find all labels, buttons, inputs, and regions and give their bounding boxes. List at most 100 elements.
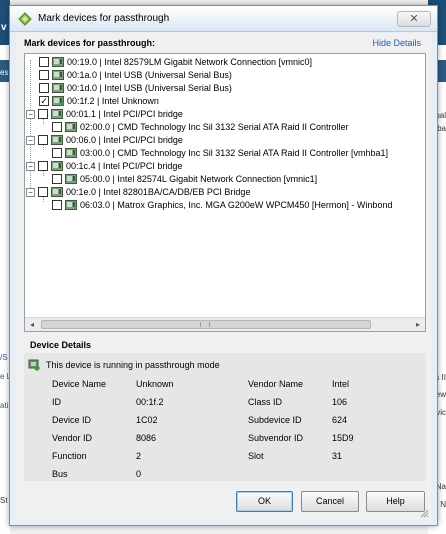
help-button[interactable]: Help — [366, 491, 425, 512]
detail-label: Function — [52, 451, 87, 461]
detail-label: Class ID — [248, 397, 283, 407]
device-checkbox[interactable] — [38, 187, 48, 197]
device-checkbox[interactable] — [52, 174, 62, 184]
pci-device-icon — [51, 109, 63, 119]
passthrough-dialog: Mark devices for passthrough ✕ Mark devi… — [9, 5, 438, 526]
detail-value: 00:1f.2 — [136, 397, 164, 407]
tree-row[interactable]: 05:00.0 | Intel 82574L Gigabit Network C… — [25, 173, 425, 186]
detail-value: 15D9 — [332, 433, 354, 443]
collapse-toggle-icon[interactable]: − — [26, 162, 35, 171]
device-tree-viewport: 00:19.0 | Intel 82579LM Gigabit Network … — [25, 54, 425, 317]
tree-row[interactable]: 02:00.0 | CMD Technology Inc Sil 3132 Se… — [25, 121, 425, 134]
device-label: 00:19.0 | Intel 82579LM Gigabit Network … — [67, 57, 312, 67]
hide-details-link[interactable]: Hide Details — [372, 38, 421, 48]
bg-text: ati — [0, 401, 9, 410]
window-title: Mark devices for passthrough — [38, 13, 170, 24]
detail-value: 31 — [332, 451, 343, 461]
device-label: 00:1f.2 | Intel Unknown — [67, 96, 159, 106]
resize-grip-icon[interactable] — [419, 508, 429, 518]
device-label: 00:1d.0 | Intel USB (Universal Serial Bu… — [67, 83, 232, 93]
device-label: 00:1c.4 | Intel PCI/PCI bridge — [66, 161, 183, 171]
title-bar[interactable]: Mark devices for passthrough ✕ — [10, 6, 437, 32]
bg-text: ba — [437, 124, 446, 133]
device-details-title: Device Details — [30, 340, 92, 350]
dialog-body: Mark devices for passthrough: Hide Detai… — [16, 33, 431, 520]
collapse-toggle-icon[interactable]: − — [26, 110, 35, 119]
tree-row[interactable]: ✓ 00:1f.2 | Intel Unknown — [25, 95, 425, 108]
collapse-toggle-icon[interactable]: − — [26, 188, 35, 197]
tree-row[interactable]: − 00:01.1 | Intel PCI/PCI bridge — [25, 108, 425, 121]
pci-device-icon — [51, 187, 63, 197]
tree-row[interactable]: 00:19.0 | Intel 82579LM Gigabit Network … — [25, 56, 425, 69]
detail-value: 0 — [136, 469, 142, 479]
device-label: 06:03.0 | Matrox Graphics, Inc. MGA G200… — [80, 200, 393, 210]
detail-value: 106 — [332, 397, 348, 407]
pci-device-icon — [51, 161, 63, 171]
device-label: 00:01.1 | Intel PCI/PCI bridge — [66, 109, 183, 119]
detail-label: ID — [52, 397, 61, 407]
device-label: 03:00.0 | CMD Technology Inc Sil 3132 Se… — [80, 148, 388, 158]
tree-row[interactable]: 06:03.0 | Matrox Graphics, Inc. MGA G200… — [25, 199, 425, 212]
pci-device-icon — [52, 96, 64, 106]
detail-value: Unknown — [136, 379, 174, 389]
detail-value: 2 — [136, 451, 142, 461]
device-label: 05:00.0 | Intel 82574L Gigabit Network C… — [80, 174, 318, 184]
detail-value: 624 — [332, 415, 348, 425]
scroll-grip — [200, 322, 210, 327]
close-button[interactable]: ✕ — [397, 11, 431, 27]
bg-text: N — [440, 500, 446, 509]
device-checkbox[interactable] — [38, 135, 48, 145]
vsphere-app-icon — [18, 12, 32, 26]
tree-row[interactable]: − 00:1e.0 | Intel 82801BA/CA/DB/EB PCI Br… — [25, 186, 425, 199]
pci-device-icon — [65, 148, 77, 158]
section-title: Mark devices for passthrough: — [24, 38, 156, 48]
passthrough-status: This device is running in passthrough mo… — [46, 360, 220, 370]
detail-value: 1C02 — [136, 415, 158, 425]
horizontal-scrollbar[interactable]: ◂ ▸ — [25, 317, 425, 331]
device-checkbox[interactable] — [38, 109, 48, 119]
tree-row[interactable]: 00:1d.0 | Intel USB (Universal Serial Bu… — [25, 82, 425, 95]
pci-device-icon — [65, 200, 77, 210]
detail-label: Subvendor ID — [248, 433, 304, 443]
detail-value: Intel — [332, 379, 350, 389]
detail-label: Subdevice ID — [248, 415, 302, 425]
detail-value: 8086 — [136, 433, 157, 443]
pci-device-icon — [52, 83, 64, 93]
device-label: 00:1a.0 | Intel USB (Universal Serial Bu… — [67, 70, 232, 80]
detail-label: Device Name — [52, 379, 107, 389]
detail-label: Slot — [248, 451, 264, 461]
device-details-panel: This device is running in passthrough mo… — [24, 353, 426, 481]
device-checkbox[interactable] — [39, 57, 49, 67]
device-checkbox[interactable] — [52, 200, 62, 210]
device-label: 00:1e.0 | Intel 82801BA/CA/DB/EB PCI Bri… — [66, 187, 251, 197]
device-checkbox[interactable] — [38, 161, 48, 171]
device-checkbox[interactable] — [52, 122, 62, 132]
pci-device-icon — [65, 122, 77, 132]
pci-device-icon — [52, 57, 64, 67]
pci-device-icon — [52, 70, 64, 80]
device-checkbox[interactable] — [52, 148, 62, 158]
ok-button[interactable]: OK — [236, 491, 293, 512]
device-label: 02:00.0 | CMD Technology Inc Sil 3132 Se… — [80, 122, 349, 132]
tree-row[interactable]: − 00:1c.4 | Intel PCI/PCI bridge — [25, 160, 425, 173]
section-header: Mark devices for passthrough: Hide Detai… — [16, 33, 431, 53]
bg-text: /S — [0, 353, 8, 362]
device-tree[interactable]: 00:19.0 | Intel 82579LM Gigabit Network … — [24, 53, 426, 332]
cancel-button[interactable]: Cancel — [301, 491, 359, 512]
scroll-left-arrow-icon[interactable]: ◂ — [25, 318, 39, 331]
device-checkbox[interactable]: ✓ — [39, 96, 49, 106]
detail-label: Bus — [52, 469, 68, 479]
tree-row[interactable]: − 00:06.0 | Intel PCI/PCI bridge — [25, 134, 425, 147]
collapse-toggle-icon[interactable]: − — [26, 136, 35, 145]
scroll-right-arrow-icon[interactable]: ▸ — [411, 318, 425, 331]
device-checkbox[interactable] — [39, 70, 49, 80]
tree-row[interactable]: 03:00.0 | CMD Technology Inc Sil 3132 Se… — [25, 147, 425, 160]
scroll-thumb[interactable] — [41, 320, 371, 329]
device-label: 00:06.0 | Intel PCI/PCI bridge — [66, 135, 183, 145]
passthrough-device-icon — [28, 359, 40, 371]
pci-device-icon — [65, 174, 77, 184]
tree-row[interactable]: 00:1a.0 | Intel USB (Universal Serial Bu… — [25, 69, 425, 82]
device-checkbox[interactable] — [39, 83, 49, 93]
detail-label: Vendor ID — [52, 433, 93, 443]
pci-device-icon — [51, 135, 63, 145]
